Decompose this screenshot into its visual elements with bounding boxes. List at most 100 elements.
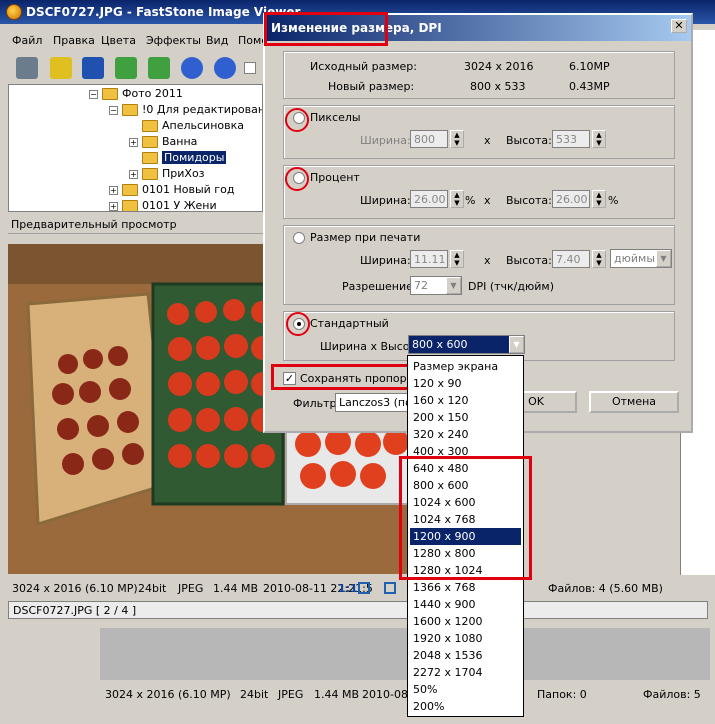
toolbar-checkbox[interactable] <box>244 62 256 74</box>
status2-folders: Папок: 0 <box>537 688 587 701</box>
menu-colors[interactable]: Цвета <box>101 34 136 47</box>
new-size-label: Новый размер: <box>328 80 415 93</box>
expand-icon[interactable]: + <box>109 201 118 211</box>
expand-icon[interactable]: + <box>129 137 138 147</box>
px-width-input[interactable]: 800 <box>410 130 448 148</box>
zoom-out-icon[interactable] <box>214 57 236 79</box>
annotation-box-checkbox <box>271 364 411 390</box>
status-dims: 3024 x 2016 (6.10 MP) <box>12 582 138 595</box>
dropdown-item[interactable]: 1366 x 768 <box>410 579 521 596</box>
fullscreen-icon[interactable] <box>384 582 396 594</box>
px-height-spinner[interactable]: ▲ ▼ <box>592 130 606 148</box>
print-height-input[interactable]: 7.40 <box>552 250 590 268</box>
dpi-unit: DPI (тчк/дюйм) <box>468 280 554 293</box>
orig-size-value: 3024 x 2016 <box>464 60 534 73</box>
dropdown-item[interactable]: 120 x 90 <box>410 375 521 392</box>
print-height-label: Высота: <box>506 254 552 267</box>
close-icon[interactable]: ✕ <box>671 19 687 33</box>
pixels-group: Пикселы Ширина: 800 ▲ ▼ x Высота: 533 ▲ ▼ <box>283 105 675 159</box>
print-width-label: Ширина: <box>360 254 411 267</box>
folder-tree[interactable]: −Фото 2011 −!0 Для редактирования Апельс… <box>8 84 263 212</box>
print-width-spinner[interactable]: ▲ ▼ <box>450 250 464 268</box>
tree-item[interactable]: + ПриХоз <box>129 167 205 183</box>
dropdown-item[interactable]: 200% <box>410 698 521 715</box>
dropdown-item[interactable]: 1440 x 900 <box>410 596 521 613</box>
tree-item[interactable]: +0101 У Жени <box>109 199 217 211</box>
menu-file[interactable]: Файл <box>12 34 42 47</box>
collapse-icon[interactable]: − <box>109 105 118 115</box>
status2-bit: 24bit <box>240 688 269 701</box>
new-size-value: 800 x 533 <box>470 80 526 93</box>
pct-width-input[interactable]: 26.00 <box>410 190 448 208</box>
tree-item[interactable]: −!0 Для редактирования <box>109 103 262 119</box>
annotation-box-title <box>264 12 388 46</box>
open-folder-icon[interactable] <box>50 57 72 79</box>
dropdown-item[interactable]: Размер экрана <box>410 358 521 375</box>
toolbar <box>0 54 270 84</box>
thumbnail-area <box>100 628 710 680</box>
app-icon <box>6 4 22 20</box>
status-size: 1.44 MB <box>213 582 259 595</box>
status-files: Файлов: 4 (5.60 MB) <box>548 582 663 595</box>
px-height-label: Высота: <box>506 134 552 147</box>
dpi-select[interactable]: 72 ▼ <box>410 276 462 295</box>
standard-size-select[interactable]: 800 x 600 ▼ <box>408 335 525 354</box>
forward-arrow-icon[interactable] <box>148 57 170 79</box>
chevron-down-icon[interactable]: ▼ <box>446 277 461 294</box>
camera-icon[interactable] <box>16 57 38 79</box>
annotation-circle <box>285 108 309 132</box>
dropdown-item[interactable]: 1600 x 1200 <box>410 613 521 630</box>
folder-icon <box>142 120 158 132</box>
folder-icon <box>122 200 138 211</box>
tree-item[interactable]: − Фото 2011 <box>89 87 183 103</box>
dropdown-item[interactable]: 160 x 120 <box>410 392 521 409</box>
tree-item[interactable]: +0101 Новый год <box>109 183 234 199</box>
folder-icon <box>142 136 158 148</box>
collapse-icon[interactable]: − <box>89 89 98 99</box>
pct-height-spinner[interactable]: ▲ ▼ <box>592 190 606 208</box>
dropdown-item[interactable]: 320 x 240 <box>410 426 521 443</box>
zoom-in-icon[interactable] <box>181 57 203 79</box>
menu-edit[interactable]: Правка <box>53 34 95 47</box>
menu-view[interactable]: Вид <box>206 34 228 47</box>
tree-item[interactable]: Апельсиновка <box>142 119 244 135</box>
filter-select[interactable]: Lanczos3 (по <box>335 393 412 412</box>
resolution-label: Разрешение: <box>342 280 417 293</box>
expand-icon[interactable]: + <box>129 169 138 179</box>
status2-format: JPEG <box>278 688 304 701</box>
zoom-level[interactable]: 1:1 <box>338 582 358 595</box>
tree-item[interactable]: + Ванна <box>129 135 197 151</box>
pct-width-spinner[interactable]: ▲ ▼ <box>450 190 464 208</box>
cancel-button[interactable]: Отмена <box>589 391 679 413</box>
pct-height-input[interactable]: 26.00 <box>552 190 590 208</box>
px-width-spinner[interactable]: ▲ ▼ <box>450 130 464 148</box>
tree-item[interactable]: Помидоры <box>142 151 227 167</box>
save-icon[interactable] <box>82 57 104 79</box>
print-unit-select[interactable]: дюймы ▼ <box>610 249 672 268</box>
back-arrow-icon[interactable] <box>115 57 137 79</box>
dropdown-item[interactable]: 2272 x 1704 <box>410 664 521 681</box>
expand-icon[interactable]: + <box>109 185 118 195</box>
menu-effects[interactable]: Эффекты <box>146 34 201 47</box>
dropdown-item[interactable]: 1920 x 1080 <box>410 630 521 647</box>
percent-group: Процент Ширина: 26.00 ▲ ▼ % x Высота: 26.… <box>283 165 675 219</box>
chevron-down-icon[interactable]: ▼ <box>656 250 671 267</box>
fit-icon[interactable] <box>358 582 370 594</box>
filter-label: Фильтр: <box>293 397 341 410</box>
print-width-input[interactable]: 11.11 <box>410 250 448 268</box>
status2-dims: 3024 x 2016 (6.10 MP) <box>105 688 231 701</box>
x-separator: x <box>484 134 491 147</box>
print-size-radio[interactable] <box>293 232 305 244</box>
pixels-label: Пикселы <box>310 111 361 124</box>
chevron-down-icon[interactable]: ▼ <box>509 336 524 353</box>
dropdown-item[interactable]: 50% <box>410 681 521 698</box>
x-separator: x <box>484 194 491 207</box>
print-size-group: Размер при печати Ширина: 11.11 ▲ ▼ x Выс… <box>283 225 675 305</box>
px-height-input[interactable]: 533 <box>552 130 590 148</box>
print-height-spinner[interactable]: ▲ ▼ <box>592 250 606 268</box>
preview-label: Предварительный просмотр <box>8 216 263 234</box>
status2-size: 1.44 MB <box>314 688 360 701</box>
dropdown-item[interactable]: 2048 x 1536 <box>410 647 521 664</box>
dropdown-item[interactable]: 200 x 150 <box>410 409 521 426</box>
folder-icon <box>102 88 118 100</box>
